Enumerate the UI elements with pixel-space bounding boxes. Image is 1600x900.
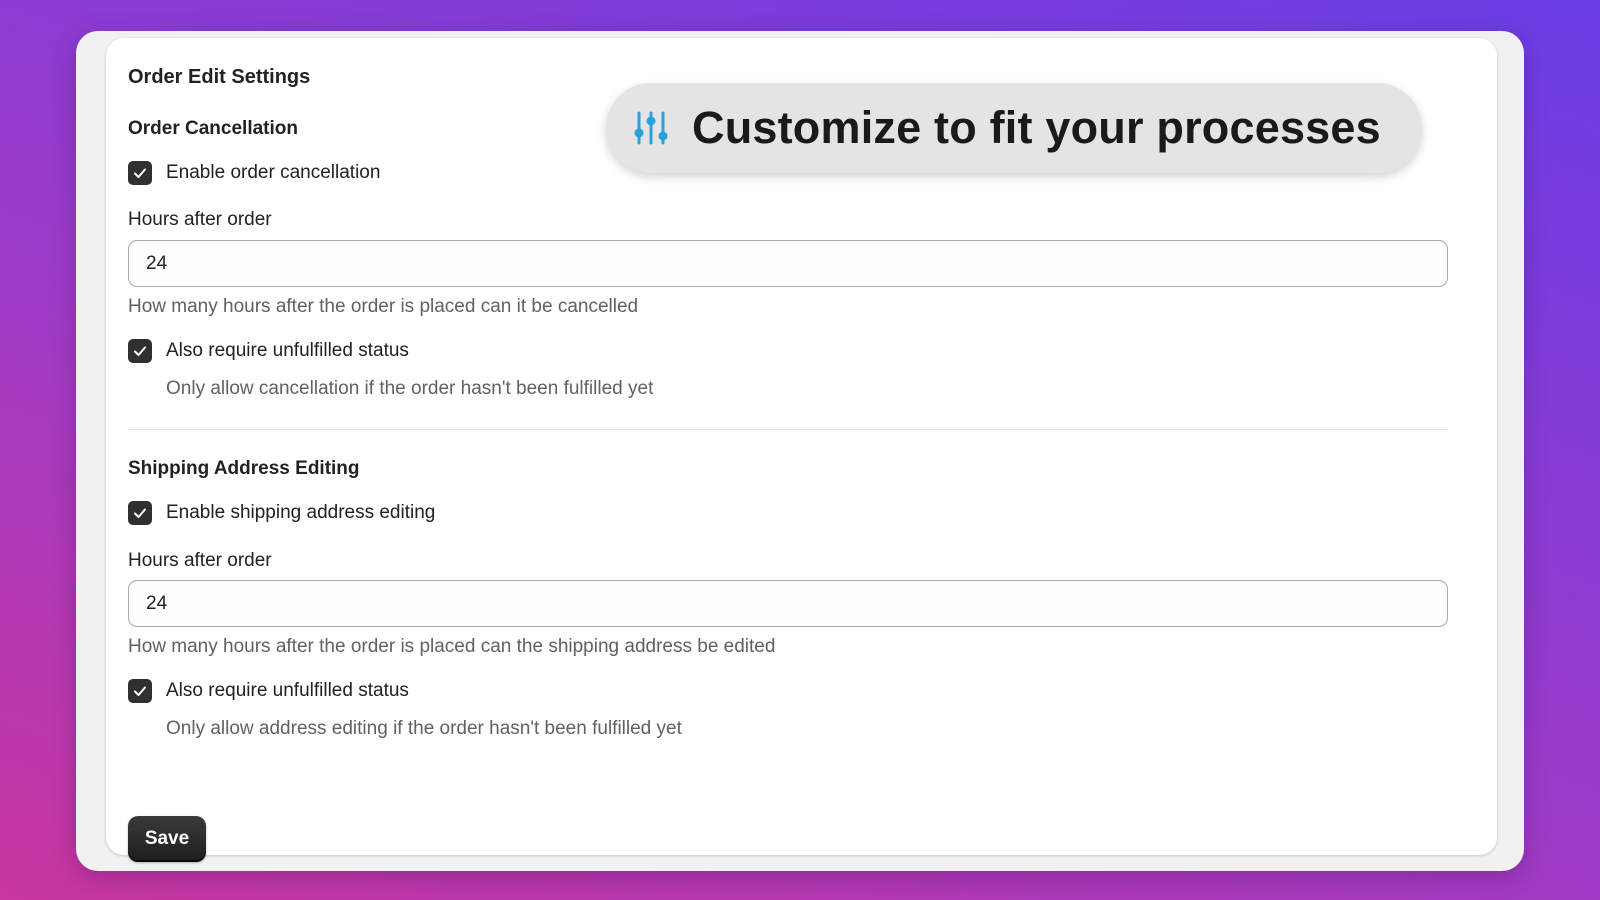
enable-cancellation-label: Enable order cancellation — [166, 162, 381, 183]
cancellation-hours-help: How many hours after the order is placed… — [128, 296, 639, 317]
section-title-cancellation: Order Cancellation — [128, 118, 298, 139]
shipping-unfulfilled-checkbox-row[interactable]: Also require unfulfilled status — [128, 679, 409, 703]
checkmark-icon — [134, 508, 146, 518]
enable-shipping-checkbox[interactable] — [128, 501, 152, 525]
section-divider — [128, 429, 1448, 430]
checkmark-icon — [134, 168, 146, 178]
enable-cancellation-checkbox-row[interactable]: Enable order cancellation — [128, 161, 380, 185]
card-title: Order Edit Settings — [128, 66, 311, 88]
shipping-hours-label: Hours after order — [128, 550, 272, 571]
cancellation-unfulfilled-label: Also require unfulfilled status — [166, 340, 409, 361]
shipping-unfulfilled-help: Only allow address editing if the order … — [166, 718, 682, 739]
checkmark-icon — [134, 346, 146, 356]
sliders-icon — [634, 111, 668, 145]
shipping-hours-value: 24 — [146, 592, 168, 614]
cancellation-unfulfilled-checkbox[interactable] — [128, 339, 152, 363]
feature-callout: Customize to fit your processes — [606, 83, 1422, 173]
cancellation-hours-input[interactable]: 24 — [128, 240, 1448, 287]
save-button[interactable]: Save — [128, 816, 206, 862]
shipping-hours-input[interactable]: 24 — [128, 580, 1448, 627]
cancellation-unfulfilled-checkbox-row[interactable]: Also require unfulfilled status — [128, 339, 409, 363]
checkmark-icon — [134, 686, 146, 696]
cancellation-hours-value: 24 — [146, 252, 168, 274]
section-title-shipping: Shipping Address Editing — [128, 458, 360, 479]
shipping-hours-help: How many hours after the order is placed… — [128, 636, 776, 657]
shipping-unfulfilled-checkbox[interactable] — [128, 679, 152, 703]
cancellation-hours-label: Hours after order — [128, 209, 272, 230]
cancellation-unfulfilled-help: Only allow cancellation if the order has… — [166, 378, 654, 399]
enable-cancellation-checkbox[interactable] — [128, 161, 152, 185]
shipping-unfulfilled-label: Also require unfulfilled status — [166, 680, 409, 701]
callout-text: Customize to fit your processes — [692, 102, 1381, 153]
enable-shipping-checkbox-row[interactable]: Enable shipping address editing — [128, 501, 435, 525]
enable-shipping-label: Enable shipping address editing — [166, 502, 436, 523]
